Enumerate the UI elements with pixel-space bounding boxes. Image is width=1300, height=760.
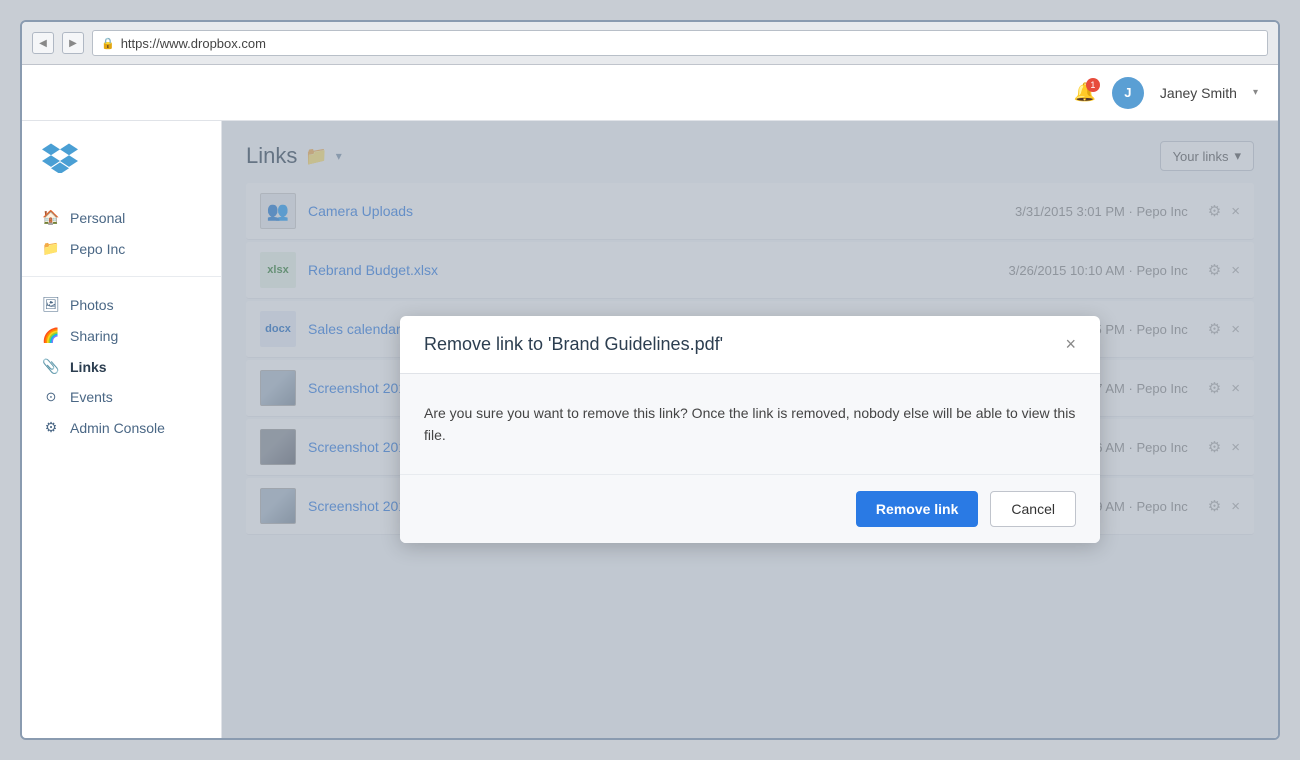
browser-chrome: ◀ ▶ 🔒 https://www.dropbox.com [22, 22, 1278, 65]
dialog-body-text: Are you sure you want to remove this lin… [424, 405, 1075, 443]
user-menu-chevron[interactable]: ▾ [1253, 87, 1258, 98]
notifications-button[interactable]: 🔔 1 [1074, 82, 1096, 103]
notification-badge: 1 [1086, 78, 1100, 92]
sidebar-item-personal[interactable]: 🏠 Personal [22, 202, 221, 233]
app-container: 🔔 1 J Janey Smith ▾ [22, 65, 1278, 738]
sidebar-item-pepo-inc[interactable]: 📁 Pepo Inc [22, 233, 221, 264]
sidebar-section-main: 🏠 Personal 📁 Pepo Inc [22, 198, 221, 268]
modal-overlay: Remove link to 'Brand Guidelines.pdf' × … [222, 121, 1278, 738]
sidebar-item-sharing[interactable]: 🌈 Sharing [22, 320, 221, 351]
sidebar-logo [22, 141, 221, 198]
sharing-icon: 🌈 [42, 327, 60, 344]
avatar: J [1112, 77, 1144, 109]
sidebar-item-label: Personal [70, 210, 125, 226]
top-bar-right: 🔔 1 J Janey Smith ▾ [1074, 77, 1259, 109]
sidebar-item-label: Sharing [70, 328, 118, 344]
dialog-title: Remove link to 'Brand Guidelines.pdf' [424, 334, 723, 355]
url-text: https://www.dropbox.com [121, 36, 266, 51]
address-bar[interactable]: 🔒 https://www.dropbox.com [92, 30, 1268, 56]
back-button[interactable]: ◀ [32, 32, 54, 54]
content-area: Links 📁 ▾ Your links ▾ 👥 Camera Uploads [222, 121, 1278, 738]
sidebar-item-label: Pepo Inc [70, 241, 125, 257]
sidebar-item-events[interactable]: ⊙ Events [22, 382, 221, 412]
sidebar-divider [22, 276, 221, 277]
sidebar-section-secondary: 🖼 Photos 🌈 Sharing 📎 Links ⊙ Events [22, 285, 221, 447]
sidebar-item-photos[interactable]: 🖼 Photos [22, 289, 221, 320]
close-button[interactable]: × [1065, 335, 1076, 353]
events-icon: ⊙ [42, 389, 60, 405]
main-layout: 🏠 Personal 📁 Pepo Inc 🖼 Photos [22, 121, 1278, 738]
sidebar-item-label: Photos [70, 297, 114, 313]
forward-button[interactable]: ▶ [62, 32, 84, 54]
admin-icon: ⚙ [42, 419, 60, 436]
photos-icon: 🖼 [42, 296, 60, 313]
user-name: Janey Smith [1160, 85, 1237, 101]
browser-frame: ◀ ▶ 🔒 https://www.dropbox.com 🔔 1 J Jane… [20, 20, 1280, 740]
cancel-button[interactable]: Cancel [990, 491, 1076, 527]
sidebar: 🏠 Personal 📁 Pepo Inc 🖼 Photos [22, 121, 222, 738]
home-icon: 🏠 [42, 209, 60, 226]
sidebar-item-label: Admin Console [70, 420, 165, 436]
dialog-header: Remove link to 'Brand Guidelines.pdf' × [400, 316, 1100, 374]
lock-icon: 🔒 [101, 37, 115, 50]
dropbox-logo-icon [42, 141, 78, 173]
top-bar: 🔔 1 J Janey Smith ▾ [22, 65, 1278, 121]
dialog-footer: Remove link Cancel [400, 474, 1100, 543]
confirm-remove-button[interactable]: Remove link [856, 491, 978, 527]
sidebar-item-label: Links [70, 359, 107, 375]
remove-link-dialog: Remove link to 'Brand Guidelines.pdf' × … [400, 316, 1100, 544]
sidebar-item-admin-console[interactable]: ⚙ Admin Console [22, 412, 221, 443]
briefcase-icon: 📁 [42, 240, 60, 257]
dialog-body: Are you sure you want to remove this lin… [400, 374, 1100, 475]
sidebar-item-label: Events [70, 389, 113, 405]
links-icon: 📎 [42, 358, 60, 375]
sidebar-item-links[interactable]: 📎 Links [22, 351, 221, 382]
